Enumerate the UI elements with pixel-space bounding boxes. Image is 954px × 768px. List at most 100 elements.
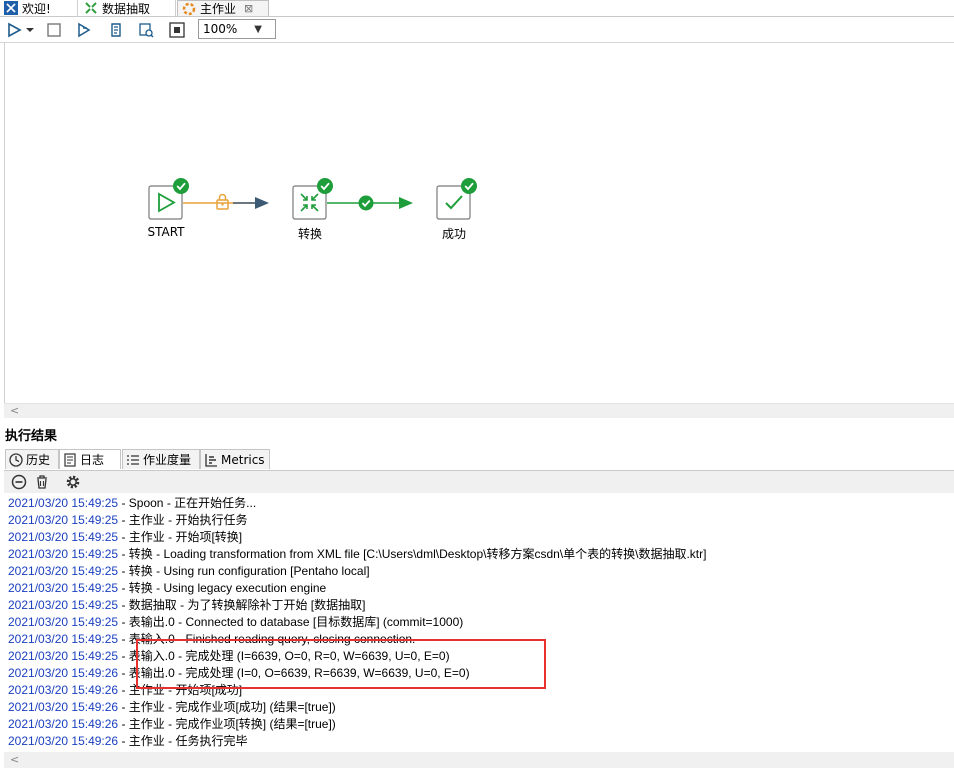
tab-label: 数据抽取 [102, 1, 151, 16]
log-line: 2021/03/20 15:49:26 - 主作业 - 完成作业项[转换] (结… [8, 716, 336, 733]
replay-icon [78, 22, 91, 38]
canvas-horizontal-scrollbar[interactable]: < [4, 403, 954, 418]
layout-button[interactable] [168, 21, 186, 39]
stop-icon [47, 23, 61, 37]
log-separator: - [118, 564, 129, 578]
log-separator: - [118, 649, 129, 663]
check-button[interactable] [137, 21, 155, 39]
scroll-left-icon[interactable]: < [10, 753, 19, 766]
log-horizontal-scrollbar[interactable]: < [4, 752, 954, 768]
log-message: 主作业 - 开始执行任务 [128, 513, 248, 527]
job-entry-transform[interactable] [292, 178, 333, 220]
delete-button[interactable] [33, 473, 51, 491]
node-label-transform: 转换 [297, 227, 322, 241]
log-timestamp: 2021/03/20 15:49:26 [8, 700, 119, 714]
log-line: 2021/03/20 15:49:25 - 表输出.0 - Connected … [8, 614, 463, 631]
tab-label: 主作业 [200, 2, 237, 16]
tab-log[interactable]: 日志 [59, 449, 121, 469]
replay-button[interactable] [75, 21, 93, 39]
log-separator: - [118, 598, 129, 612]
tab-label: 日志 [80, 453, 105, 467]
log-timestamp: 2021/03/20 15:49:25 [8, 513, 119, 527]
log-timestamp: 2021/03/20 15:49:26 [8, 717, 119, 731]
editor-tab-bar: 欢迎! 数据抽取 主作业 ⊠ [0, 0, 954, 17]
lock-icon [216, 193, 229, 210]
log-line: 2021/03/20 15:49:25 - 转换 - Using legacy … [8, 580, 326, 597]
tab-metrics[interactable]: Metrics [200, 449, 270, 469]
log-message: 主作业 - 开始项[转换] [128, 530, 243, 544]
log-timestamp: 2021/03/20 15:49:25 [8, 598, 119, 612]
log-separator: - [118, 547, 129, 561]
tab-job-metrics[interactable]: 作业度量 [122, 449, 200, 469]
tab-welcome[interactable]: 欢迎! [0, 0, 78, 16]
tab-history[interactable]: 历史 [5, 449, 59, 469]
log-message: 主作业 - 完成作业项[成功] (结果=[true]) [128, 700, 336, 714]
metrics-chart-icon [205, 453, 217, 467]
success-badge-icon [173, 178, 189, 194]
stop-button[interactable] [45, 21, 63, 39]
check-icon [139, 23, 154, 38]
script-icon [111, 23, 121, 37]
log-timestamp: 2021/03/20 15:49:25 [8, 649, 119, 663]
log-separator: - [118, 700, 129, 714]
clear-log-button[interactable] [10, 473, 28, 491]
log-separator: - [118, 530, 129, 544]
log-timestamp: 2021/03/20 15:49:25 [8, 632, 119, 646]
transformation-icon [85, 2, 97, 14]
tab-label: 历史 [26, 453, 51, 467]
log-separator: - [118, 615, 129, 629]
metrics-list-icon [127, 454, 139, 465]
run-icon [8, 22, 22, 38]
log-timestamp: 2021/03/20 15:49:25 [8, 530, 119, 544]
log-message: 主作业 - 任务执行完毕 [128, 734, 248, 748]
history-icon [9, 452, 23, 467]
log-timestamp: 2021/03/20 15:49:26 [8, 683, 119, 697]
script-button[interactable] [107, 21, 125, 39]
success-badge-icon [317, 178, 333, 194]
log-line: 2021/03/20 15:49:25 - 主作业 - 开始执行任务 [8, 512, 247, 529]
tab-label: 作业度量 [143, 453, 192, 467]
log-separator: - [118, 717, 129, 731]
zoom-select[interactable]: 100% ▼ [198, 19, 276, 39]
log-separator: - [118, 734, 129, 748]
log-message: 主作业 - 完成作业项[转换] (结果=[true]) [128, 717, 336, 731]
tab-label: Metrics [221, 452, 265, 467]
log-output[interactable]: 2021/03/20 15:49:25 - Spoon - 正在开始任务... 2… [4, 493, 954, 752]
log-timestamp: 2021/03/20 15:49:25 [8, 564, 119, 578]
job-canvas[interactable]: START 转换 成功 [4, 43, 954, 403]
log-settings-button[interactable] [64, 473, 82, 491]
settings-icon [66, 475, 80, 489]
job-entry-start[interactable] [148, 178, 189, 220]
job-graph [148, 178, 477, 220]
job-entry-success[interactable] [436, 178, 477, 220]
close-tab-icon[interactable]: ⊠ [244, 2, 253, 15]
log-separator: - [118, 632, 129, 646]
tab-main-job[interactable]: 主作业 ⊠ [177, 0, 269, 16]
tab-data-extract[interactable]: 数据抽取 [80, 0, 176, 16]
run-options-dropdown[interactable] [25, 21, 35, 39]
log-message: 转换 - Using run configuration [Pentaho lo… [128, 564, 370, 578]
run-button[interactable] [5, 21, 23, 39]
log-timestamp: 2021/03/20 15:49:26 [8, 734, 119, 748]
clear-log-icon [11, 474, 27, 490]
hop-arrow-icon [399, 197, 413, 209]
log-line: 2021/03/20 15:49:25 - 主作业 - 开始项[转换] [8, 529, 242, 546]
node-label-success: 成功 [441, 227, 466, 241]
log-separator: - [118, 666, 129, 680]
log-line: 2021/03/20 15:49:25 - Spoon - 正在开始任务... [8, 495, 256, 512]
log-separator: - [118, 581, 129, 595]
log-timestamp: 2021/03/20 15:49:25 [8, 615, 119, 629]
log-line: 2021/03/20 15:49:25 - 数据抽取 - 为了转换解除补丁开始 … [8, 597, 365, 614]
chevron-down-icon: ▼ [254, 23, 262, 35]
log-line: 2021/03/20 15:49:25 - 转换 - Loading trans… [8, 546, 706, 563]
run-dropdown-icon [26, 28, 34, 32]
scroll-left-icon[interactable]: < [10, 404, 19, 417]
log-separator: - [118, 683, 129, 697]
tab-label: 欢迎! [22, 1, 51, 16]
log-timestamp: 2021/03/20 15:49:26 [8, 666, 119, 680]
job-icon [182, 2, 196, 15]
log-message: Spoon - 正在开始任务... [128, 496, 257, 510]
log-message: 转换 - Loading transformation from XML fil… [128, 547, 707, 561]
log-timestamp: 2021/03/20 15:49:25 [8, 496, 119, 510]
log-icon [64, 452, 76, 467]
